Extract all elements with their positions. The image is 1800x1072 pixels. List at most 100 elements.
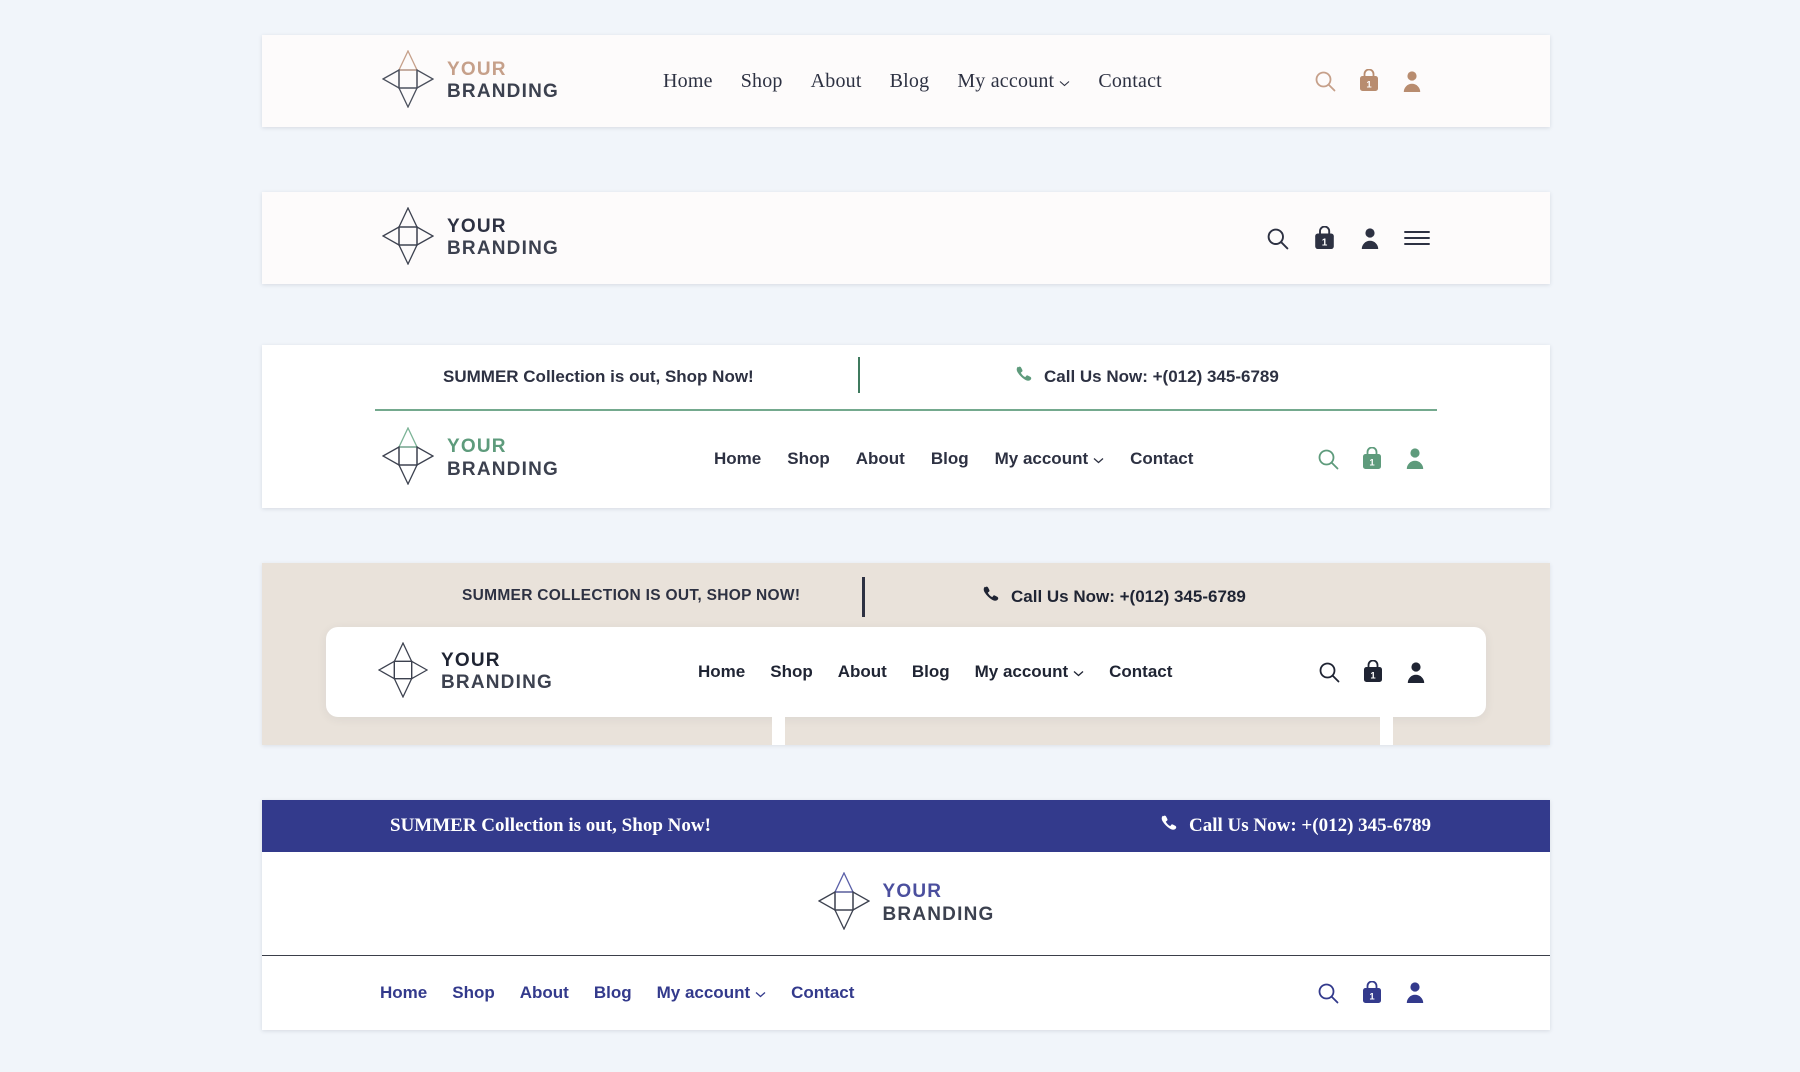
brand-line-1: YOUR	[882, 881, 943, 903]
brand-line-1: YOUR	[447, 436, 507, 458]
nav-item-blog[interactable]: Blog	[912, 662, 950, 682]
search-icon[interactable]	[1266, 227, 1289, 250]
user-account-icon[interactable]	[1405, 447, 1425, 470]
header-actions: 1	[1266, 225, 1430, 251]
phone-contact[interactable]: Call Us Now: +(012) 345-6789	[1015, 365, 1279, 389]
nav-item-my-account[interactable]: My account	[657, 983, 767, 1003]
nav-item-home[interactable]: Home	[380, 983, 427, 1003]
shopping-bag-icon[interactable]: 1	[1362, 660, 1384, 684]
search-icon[interactable]	[1314, 70, 1336, 92]
promo-text: SUMMER COLLECTION IS OUT, SHOP NOW!	[462, 587, 801, 604]
user-account-icon[interactable]	[1405, 981, 1425, 1004]
brand-logo[interactable]: YOUR BRANDING	[817, 871, 995, 935]
nav-item-shop[interactable]: Shop	[770, 662, 813, 682]
phone-icon	[1160, 814, 1179, 839]
shopping-bag-icon[interactable]: 1	[1361, 446, 1383, 471]
cart-count: 1	[1322, 237, 1328, 248]
search-icon[interactable]	[1317, 448, 1339, 470]
header-variant-4: SUMMER COLLECTION IS OUT, SHOP NOW! Call…	[262, 563, 1550, 745]
brand-logo[interactable]: YOUR BRANDING	[381, 205, 559, 270]
diamond-compass-logo-icon	[381, 426, 435, 490]
diamond-compass-logo-icon	[381, 48, 435, 113]
main-navigation: Home Shop About Blog My account Contact	[663, 70, 1162, 93]
brand-line-1: YOUR	[441, 649, 501, 671]
nav-item-my-account[interactable]: My account	[975, 662, 1085, 682]
nav-item-my-account[interactable]: My account	[995, 449, 1105, 469]
announcement-bar: SUMMER COLLECTION IS OUT, SHOP NOW! Call…	[262, 563, 1550, 631]
brand-line-1: YOUR	[447, 58, 507, 80]
header-main-row: YOUR BRANDING Home Shop About Blog My ac…	[262, 411, 1550, 506]
brand-wordmark: YOUR BRANDING	[447, 216, 559, 260]
user-account-icon[interactable]	[1406, 661, 1426, 684]
phone-text: Call Us Now: +(012) 345-6789	[1189, 815, 1431, 836]
promo-text: SUMMER Collection is out, Shop Now!	[443, 367, 754, 386]
nav-item-about[interactable]: About	[811, 70, 862, 93]
card-footer-notch-right	[1380, 717, 1393, 745]
nav-item-shop[interactable]: Shop	[787, 449, 830, 469]
nav-item-contact[interactable]: Contact	[1098, 70, 1162, 93]
nav-item-blog[interactable]: Blog	[890, 70, 930, 93]
nav-item-my-account[interactable]: My account	[957, 70, 1070, 93]
user-account-icon[interactable]	[1360, 227, 1380, 250]
main-navigation: Home Shop About Blog My account Contact	[714, 449, 1193, 469]
header-nav-row: Home Shop About Blog My account Contact	[262, 956, 1550, 1029]
phone-icon	[1015, 365, 1034, 389]
header-variant-3: SUMMER Collection is out, Shop Now! Call…	[262, 345, 1550, 508]
hamburger-menu-icon[interactable]	[1404, 229, 1430, 247]
main-navigation: Home Shop About Blog My account Contact	[698, 662, 1172, 682]
brand-logo[interactable]: YOUR BRANDING	[377, 641, 553, 703]
user-account-icon[interactable]	[1402, 70, 1422, 93]
diamond-compass-logo-icon	[381, 205, 435, 270]
brand-line-2: BRANDING	[447, 458, 559, 480]
shopping-bag-icon[interactable]: 1	[1358, 69, 1380, 93]
card-footer-notch-left	[772, 717, 785, 745]
shopping-bag-icon[interactable]: 1	[1313, 225, 1336, 251]
shopping-bag-icon[interactable]: 1	[1361, 980, 1383, 1005]
nav-item-contact[interactable]: Contact	[1130, 449, 1193, 469]
chevron-down-icon	[1059, 70, 1070, 93]
vertical-divider	[862, 577, 865, 617]
brand-wordmark: YOUR BRANDING	[441, 650, 553, 694]
nav-item-blog[interactable]: Blog	[594, 983, 632, 1003]
nav-item-my-account-label: My account	[994, 448, 1089, 468]
nav-item-my-account-label: My account	[957, 69, 1055, 92]
nav-item-home[interactable]: Home	[663, 70, 713, 93]
main-navigation: Home Shop About Blog My account Contact	[380, 983, 854, 1003]
phone-contact[interactable]: Call Us Now: +(012) 345-6789	[982, 585, 1246, 609]
chevron-down-icon	[1093, 449, 1104, 469]
announcement-bar: SUMMER Collection is out, Shop Now! Call…	[375, 345, 1437, 411]
cart-count: 1	[1369, 457, 1375, 468]
search-icon[interactable]	[1317, 982, 1339, 1004]
nav-item-about[interactable]: About	[520, 983, 569, 1003]
header-variant-5: SUMMER Collection is out, Shop Now! Call…	[262, 800, 1550, 1030]
header-actions: 1	[1314, 69, 1422, 93]
header-actions: 1	[1317, 446, 1425, 471]
diamond-compass-logo-icon	[817, 871, 870, 935]
search-icon[interactable]	[1318, 661, 1340, 683]
nav-item-about[interactable]: About	[838, 662, 887, 682]
header-actions: 1	[1318, 660, 1426, 684]
brand-logo[interactable]: YOUR BRANDING	[381, 48, 559, 113]
phone-contact[interactable]: Call Us Now: +(012) 345-6789	[1160, 814, 1431, 839]
brand-line-2: BRANDING	[441, 672, 553, 693]
chevron-down-icon	[1073, 662, 1084, 682]
nav-item-contact[interactable]: Contact	[791, 983, 854, 1003]
diamond-compass-logo-icon	[377, 641, 429, 703]
header-main-card: YOUR BRANDING Home Shop About Blog My ac…	[326, 627, 1486, 717]
header-variant-2: YOUR BRANDING 1	[262, 192, 1550, 284]
nav-item-home[interactable]: Home	[698, 662, 745, 682]
phone-text: Call Us Now: +(012) 345-6789	[1044, 367, 1279, 386]
nav-item-home[interactable]: Home	[714, 449, 761, 469]
page-root: YOUR BRANDING Home Shop About Blog My ac…	[0, 0, 1800, 1072]
nav-item-about[interactable]: About	[856, 449, 905, 469]
nav-item-my-account-label: My account	[656, 982, 751, 1002]
nav-item-shop[interactable]: Shop	[452, 983, 495, 1003]
nav-item-contact[interactable]: Contact	[1109, 662, 1172, 682]
chevron-down-icon	[755, 983, 766, 1003]
nav-item-shop[interactable]: Shop	[741, 70, 783, 93]
brand-logo[interactable]: YOUR BRANDING	[381, 426, 559, 490]
promo-text: SUMMER Collection is out, Shop Now!	[390, 815, 711, 836]
brand-line-2: BRANDING	[447, 238, 559, 259]
nav-item-blog[interactable]: Blog	[931, 449, 969, 469]
announcement-bar: SUMMER Collection is out, Shop Now! Call…	[262, 800, 1550, 852]
